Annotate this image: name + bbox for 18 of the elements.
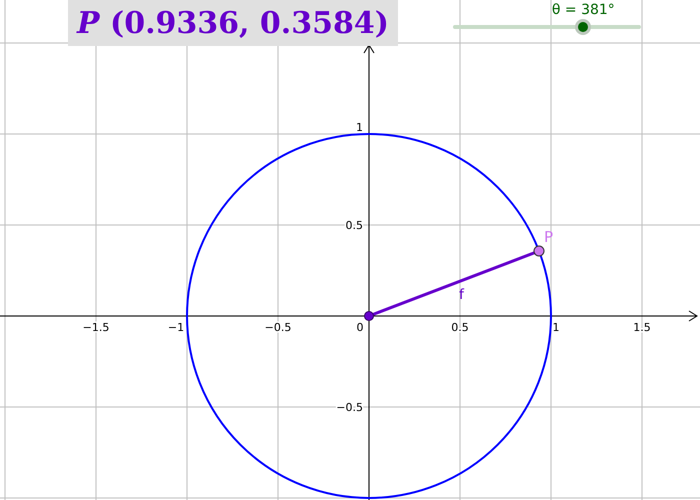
- x-tick-label: 1: [552, 321, 560, 334]
- segment-label: f: [459, 287, 464, 303]
- y-tick-label: 0.5: [346, 219, 363, 232]
- slider-thumb[interactable]: [575, 19, 592, 35]
- x-tick-label: 1.5: [633, 321, 651, 334]
- origin-point[interactable]: [364, 311, 374, 321]
- x-tick-label: 0.5: [451, 321, 469, 334]
- point-p[interactable]: [534, 246, 544, 256]
- point-label: P: [544, 228, 554, 246]
- slider-label: θ = 381°: [552, 1, 615, 20]
- y-tick-label: −0.5: [336, 401, 363, 414]
- x-tick-label: −0.5: [264, 321, 292, 334]
- x-tick-label: −1.5: [82, 321, 110, 334]
- coordinate-label: P (0.9336, 0.3584): [77, 4, 389, 42]
- x-tick-label: 0: [356, 321, 364, 334]
- y-tick-label: 1: [356, 121, 363, 134]
- x-tick-label: −1: [168, 321, 184, 334]
- slider-track[interactable]: [453, 19, 641, 35]
